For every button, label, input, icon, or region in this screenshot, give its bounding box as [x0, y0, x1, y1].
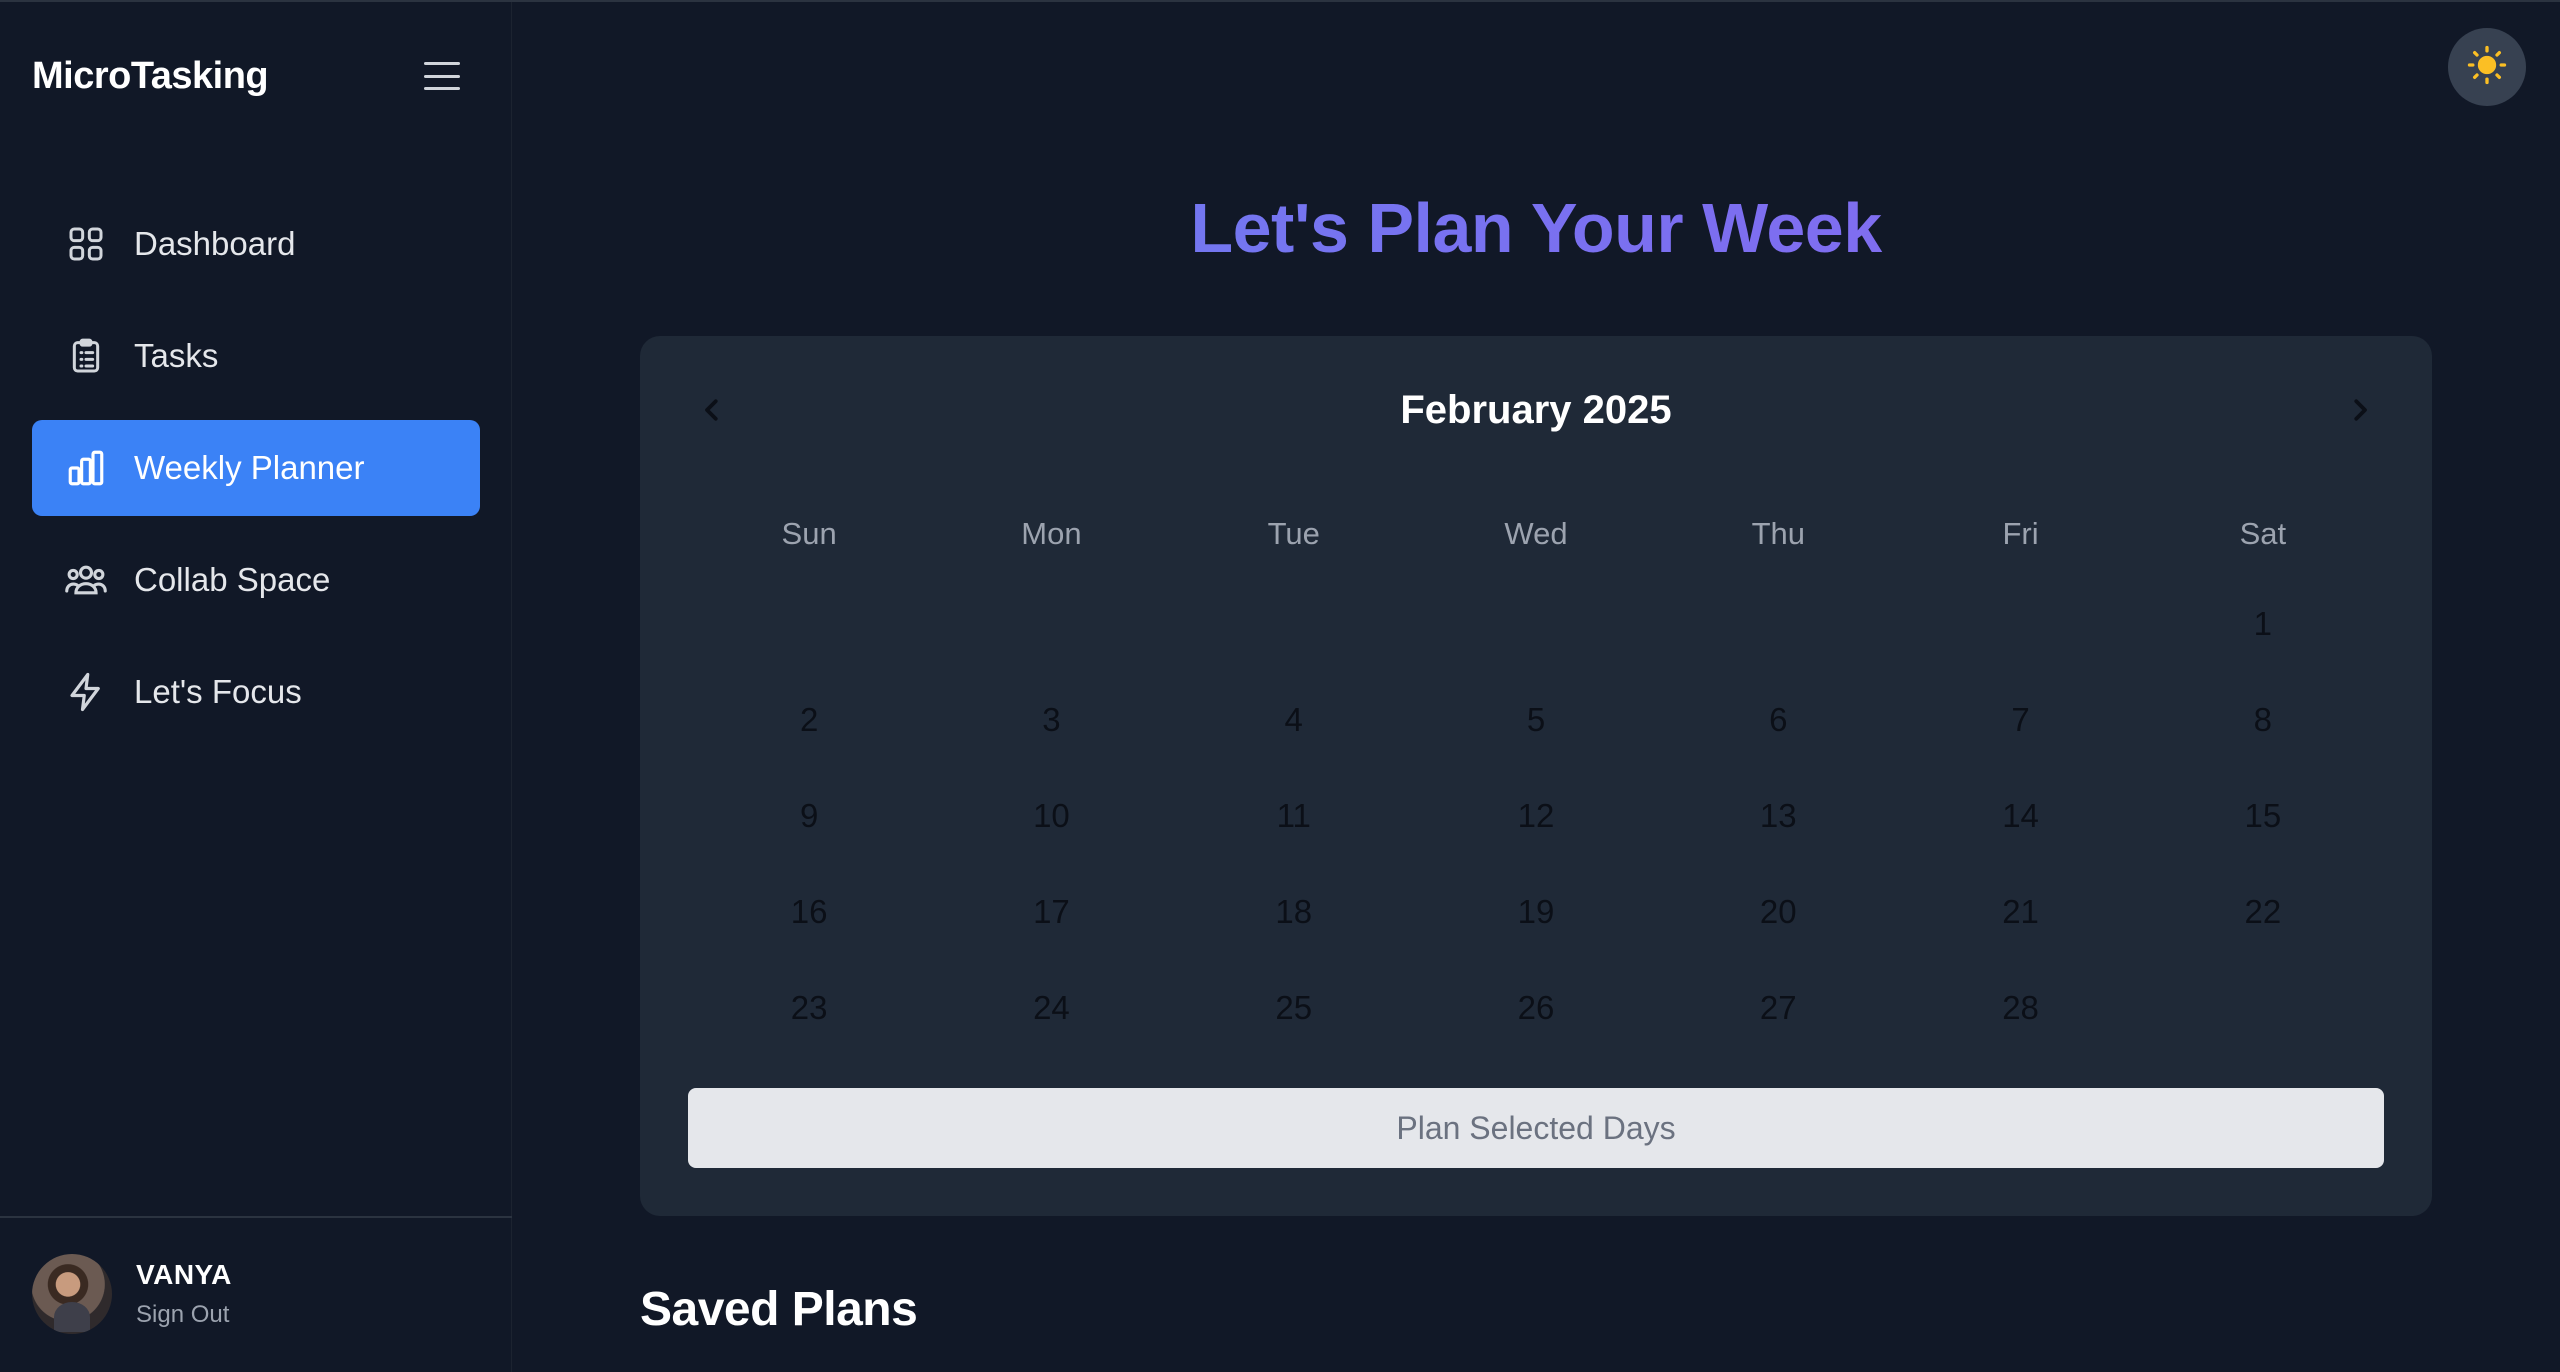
theme-toggle-button[interactable] — [2448, 28, 2526, 106]
calendar-day[interactable]: 5 — [1415, 672, 1657, 768]
sidebar-item-lets-focus[interactable]: Let's Focus — [32, 644, 480, 740]
calendar-day[interactable]: 12 — [1415, 768, 1657, 864]
calendar-day[interactable]: 22 — [2142, 864, 2384, 960]
calendar-day[interactable]: 23 — [688, 960, 930, 1056]
users-icon — [64, 558, 108, 602]
user-profile: VANYA Sign Out — [32, 1254, 232, 1334]
sidebar-item-label: Let's Focus — [134, 673, 302, 710]
sidebar-nav: Dashboard Tasks Weekly Planner Collab Sp… — [32, 196, 480, 756]
calendar-days-grid: 1 2 3 4 5 6 7 8 9 10 11 12 13 14 15 16 17 18 19 20 21 22 23 24 2… — [688, 576, 2384, 1056]
weekday-header-row: Sun Mon Tue Wed Thu Fri Sat — [688, 516, 2384, 552]
grid-icon — [64, 222, 108, 266]
calendar-day[interactable]: 25 — [1173, 960, 1415, 1056]
calendar-day[interactable]: 4 — [1173, 672, 1415, 768]
page-title: Let's Plan Your Week — [640, 188, 2432, 268]
calendar-empty-cell — [1899, 576, 2141, 672]
sidebar-item-label: Collab Space — [134, 561, 331, 598]
sign-out-link[interactable]: Sign Out — [136, 1301, 232, 1329]
chevron-right-icon — [2354, 399, 2367, 421]
weekday-label: Fri — [2002, 516, 2039, 551]
weekday-label: Sun — [781, 516, 837, 551]
calendar-day[interactable]: 6 — [1657, 672, 1899, 768]
sidebar: MicroTasking Dashboard Tasks Weekly Plan… — [0, 2, 512, 1372]
calendar-day[interactable]: 8 — [2142, 672, 2384, 768]
bar-chart-icon — [64, 446, 108, 490]
calendar-empty-cell — [930, 576, 1172, 672]
sidebar-divider — [0, 1216, 512, 1218]
calendar-header: February 2025 — [688, 384, 2384, 436]
user-info: VANYA Sign Out — [136, 1259, 232, 1329]
calendar-empty-cell — [1415, 576, 1657, 672]
sidebar-header: MicroTasking — [32, 50, 462, 102]
sidebar-item-label: Weekly Planner — [134, 449, 365, 486]
weekday-label: Sat — [2239, 516, 2287, 551]
sidebar-item-weekly-planner[interactable]: Weekly Planner — [32, 420, 480, 516]
calendar-empty-cell — [688, 576, 930, 672]
sidebar-item-collab-space[interactable]: Collab Space — [32, 532, 480, 628]
weekday-label: Tue — [1267, 516, 1320, 551]
calendar-day[interactable]: 16 — [688, 864, 930, 960]
weekday-label: Mon — [1021, 516, 1082, 551]
saved-plans-heading: Saved Plans — [640, 1283, 918, 1336]
calendar-empty-cell — [1657, 576, 1899, 672]
calendar-day[interactable]: 27 — [1657, 960, 1899, 1056]
calendar-day[interactable]: 1 — [2142, 576, 2384, 672]
calendar-day[interactable]: 18 — [1173, 864, 1415, 960]
month-label: February 2025 — [1400, 387, 1672, 432]
calendar-day[interactable]: 14 — [1899, 768, 2141, 864]
calendar-day[interactable]: 24 — [930, 960, 1172, 1056]
next-month-button[interactable] — [2336, 386, 2384, 434]
sun-icon — [2467, 45, 2507, 90]
sidebar-item-label: Dashboard — [134, 225, 296, 262]
sidebar-item-tasks[interactable]: Tasks — [32, 308, 480, 404]
calendar-day[interactable]: 9 — [688, 768, 930, 864]
calendar-day[interactable]: 2 — [688, 672, 930, 768]
plan-selected-days-button[interactable]: Plan Selected Days — [688, 1088, 2384, 1168]
calendar-day[interactable]: 15 — [2142, 768, 2384, 864]
calendar-day[interactable]: 7 — [1899, 672, 2141, 768]
app-brand: MicroTasking — [32, 54, 269, 97]
weekday-label: Wed — [1504, 516, 1568, 551]
lightning-icon — [64, 670, 108, 714]
sidebar-item-dashboard[interactable]: Dashboard — [32, 196, 480, 292]
calendar-day[interactable]: 3 — [930, 672, 1172, 768]
calendar-day[interactable]: 11 — [1173, 768, 1415, 864]
clipboard-icon — [64, 334, 108, 378]
calendar-day[interactable]: 26 — [1415, 960, 1657, 1056]
calendar-day[interactable]: 17 — [930, 864, 1172, 960]
chevron-left-icon — [705, 399, 718, 421]
hamburger-menu-icon[interactable] — [422, 59, 462, 93]
calendar-day[interactable]: 21 — [1899, 864, 2141, 960]
sidebar-item-label: Tasks — [134, 337, 219, 374]
user-name: VANYA — [136, 1259, 232, 1290]
calendar-empty-cell — [1173, 576, 1415, 672]
calendar-day[interactable]: 13 — [1657, 768, 1899, 864]
prev-month-button[interactable] — [688, 386, 736, 434]
calendar-day[interactable]: 28 — [1899, 960, 2141, 1056]
calendar-day[interactable]: 20 — [1657, 864, 1899, 960]
avatar[interactable] — [32, 1254, 112, 1334]
calendar-card: February 2025 Sun Mon Tue Wed Thu Fri Sat 1234… — [640, 336, 2432, 1216]
calendar-day[interactable]: 10 — [930, 768, 1172, 864]
weekday-label: Thu — [1751, 516, 1805, 551]
calendar-day[interactable]: 19 — [1415, 864, 1657, 960]
